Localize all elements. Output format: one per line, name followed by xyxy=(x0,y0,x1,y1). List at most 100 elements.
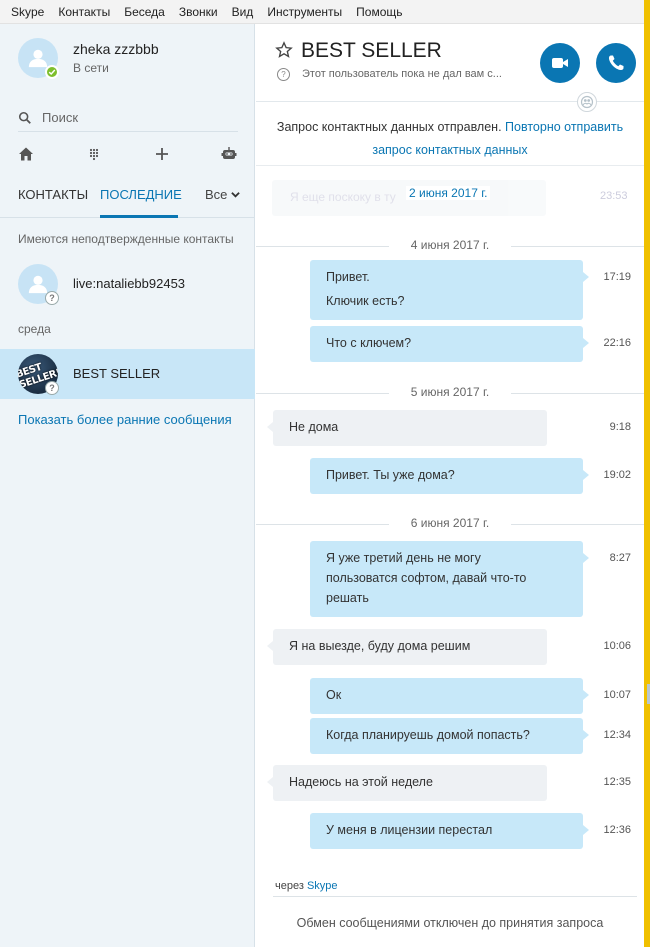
faded-message-time: 23:53 xyxy=(600,190,628,202)
message-time: 10:07 xyxy=(603,689,631,701)
home-icon[interactable] xyxy=(16,144,36,164)
user-icon xyxy=(28,275,48,294)
faded-message-text: Я еще поскоку в ту xyxy=(290,190,396,204)
message-text: Ключик есть? xyxy=(326,294,405,308)
message-time: 12:35 xyxy=(603,776,631,788)
via-skype-link[interactable]: Skype xyxy=(307,880,338,892)
message-time: 9:18 xyxy=(609,421,631,433)
favorite-star-icon[interactable] xyxy=(275,41,293,59)
contact-item-best-seller[interactable]: BEST SELLER! ? BEST SELLER xyxy=(0,349,255,399)
date-label: 6 июня 2017 г. xyxy=(410,516,490,530)
mood-message: Этот пользователь пока не дал вам с... xyxy=(302,68,502,80)
video-camera-icon xyxy=(552,58,568,68)
bot-icon[interactable] xyxy=(219,144,239,164)
message-time: 12:34 xyxy=(603,729,631,741)
divider xyxy=(273,896,637,897)
outgoing-message[interactable]: Я уже третий день не могу пользоватся соф… xyxy=(310,541,589,617)
request-sent-text: Запрос контактных данных отправлен. xyxy=(276,120,502,134)
incoming-message[interactable]: Не дома xyxy=(267,410,547,446)
conversation-title: BEST SELLER xyxy=(301,39,442,62)
messaging-disabled-notice: Обмен сообщениями отключен до принятия з… xyxy=(296,916,604,930)
message-time: 8:27 xyxy=(609,552,631,564)
menu-help[interactable]: Помощь xyxy=(349,0,409,24)
menu-contacts[interactable]: Контакты xyxy=(51,0,117,24)
message-text: Я уже третий день не могу xyxy=(326,551,481,565)
outgoing-message[interactable]: Привет. Ключик есть? xyxy=(310,260,589,320)
message-time: 10:06 xyxy=(603,640,631,652)
unknown-status-icon: ? xyxy=(45,291,59,305)
filter-label: Все xyxy=(205,187,228,202)
question-icon: ? xyxy=(277,68,290,81)
message-list[interactable]: Я еще поскоку в ту 23:53 2 июня 2017 г. … xyxy=(256,170,644,862)
filter-dropdown[interactable]: Все xyxy=(205,187,241,202)
via-label: через Skype xyxy=(275,880,338,892)
message-text: Не дома xyxy=(289,420,339,434)
participants-icon[interactable] xyxy=(577,92,597,112)
sidebar-toolbar xyxy=(0,136,255,172)
add-icon[interactable] xyxy=(152,144,172,164)
menu-conversation[interactable]: Беседа xyxy=(117,0,172,24)
message-time: 17:19 xyxy=(603,271,631,283)
show-earlier-messages-link[interactable]: Показать более ранние сообщения xyxy=(18,412,232,427)
audio-call-button[interactable] xyxy=(596,43,636,83)
active-tab-indicator xyxy=(100,215,178,218)
outgoing-message[interactable]: Когда планируешь домой попасть? xyxy=(310,718,589,754)
window-edge xyxy=(644,0,650,947)
chevron-down-icon xyxy=(231,192,241,198)
contact-request-notice: Запрос контактных данных отправлен. Повт… xyxy=(256,116,644,166)
outgoing-message[interactable]: Ок xyxy=(310,678,589,714)
date-separator: 5 июня 2017 г. xyxy=(256,383,644,403)
menu-calls[interactable]: Звонки xyxy=(172,0,225,24)
user-icon xyxy=(28,49,48,68)
video-call-button[interactable] xyxy=(540,43,580,83)
search-icon xyxy=(18,111,31,124)
message-text: Привет. xyxy=(326,270,370,284)
message-time: 19:02 xyxy=(603,469,631,481)
contact-name: live:nataliebb92453 xyxy=(73,276,186,291)
search-placeholder: Поиск xyxy=(42,110,79,125)
message-time: 12:36 xyxy=(603,824,631,836)
date-separator: 6 июня 2017 г. xyxy=(256,514,644,534)
profile-name: zheka zzzbbb xyxy=(73,41,159,57)
date-separator: 4 июня 2017 г. xyxy=(256,236,644,256)
unknown-status-icon: ? xyxy=(45,381,59,395)
message-text: Что с ключем? xyxy=(326,336,412,350)
profile-status: В сети xyxy=(73,61,109,75)
date-label: 4 июня 2017 г. xyxy=(410,238,490,252)
menu-skype[interactable]: Skype xyxy=(4,0,51,24)
message-text: Когда планируешь домой попасть? xyxy=(326,728,530,742)
via-prefix: через xyxy=(275,880,304,892)
message-text: У меня в лицензии перестал xyxy=(326,823,493,837)
outgoing-message[interactable]: Что с ключем? xyxy=(310,326,589,362)
incoming-message[interactable]: Я на выезде, буду дома решим xyxy=(267,629,547,665)
search-box[interactable]: Поиск xyxy=(18,104,238,132)
message-text: Ок xyxy=(326,688,342,702)
menu-view[interactable]: Вид xyxy=(225,0,261,24)
message-text: Я на выезде, буду дома решим xyxy=(289,639,471,653)
sidebar: zheka zzzbbb В сети Поиск КОНТАКТЫ ПОСЛЕ… xyxy=(0,24,255,947)
conversation-pane: BEST SELLER ? Этот пользователь пока не … xyxy=(256,24,650,947)
date-separator: 2 июня 2017 г. xyxy=(406,186,491,200)
incoming-message[interactable]: Надеюсь на этой неделе xyxy=(267,765,547,801)
tab-contacts[interactable]: КОНТАКТЫ xyxy=(18,187,88,202)
message-time: 22:16 xyxy=(603,337,631,349)
menu-tools[interactable]: Инструменты xyxy=(260,0,349,24)
outgoing-message[interactable]: Привет. Ты уже дома? xyxy=(310,458,589,494)
message-text: решать xyxy=(326,591,369,605)
online-status-icon xyxy=(45,65,59,79)
contact-item-natalie[interactable]: ? live:nataliebb92453 xyxy=(0,259,255,309)
contact-tabs: КОНТАКТЫ ПОСЛЕДНИЕ Все xyxy=(0,184,255,218)
unconfirmed-contacts-label: Имеются неподтвержденные контакты xyxy=(18,232,234,246)
outgoing-message[interactable]: У меня в лицензии перестал xyxy=(310,813,589,849)
conversation-header: BEST SELLER ? Этот пользователь пока не … xyxy=(256,24,644,112)
contact-name: BEST SELLER xyxy=(73,366,161,381)
tab-recent[interactable]: ПОСЛЕДНИЕ xyxy=(100,187,182,202)
phone-icon xyxy=(608,55,624,71)
dialpad-icon[interactable] xyxy=(84,144,104,164)
profile-card[interactable]: zheka zzzbbb В сети xyxy=(0,24,255,100)
message-text: Надеюсь на этой неделе xyxy=(289,775,433,789)
menu-bar: Skype Контакты Беседа Звонки Вид Инструм… xyxy=(0,0,650,24)
message-text: Привет. Ты уже дома? xyxy=(326,468,455,482)
message-text: пользоватся софтом, давай что-то xyxy=(326,571,527,585)
day-section-label: среда xyxy=(18,322,51,336)
